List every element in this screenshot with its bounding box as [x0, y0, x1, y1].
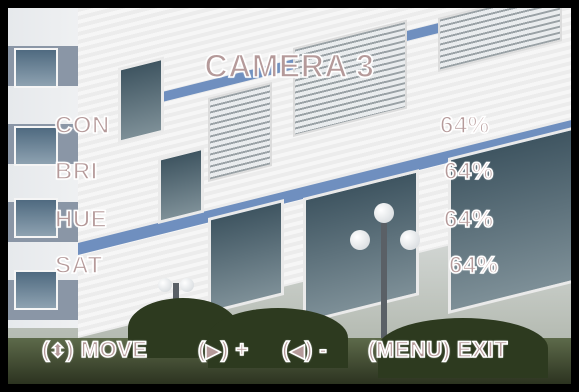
building-window: [208, 199, 284, 314]
lamp-globe: [400, 230, 420, 250]
osd-help-bar: (⬍) MOVE (▶) + (◀) - (MENU) EXIT: [0, 336, 579, 367]
help-exit-hint: (MENU) EXIT: [367, 336, 508, 363]
help-paren: (: [281, 336, 290, 363]
setting-label-brightness[interactable]: BRI: [54, 157, 98, 186]
help-increase-hint: (▶) +: [197, 336, 249, 363]
help-decrease-hint: (◀) -: [281, 336, 328, 363]
setting-label-saturation[interactable]: SAT: [54, 251, 103, 280]
help-paren: (: [41, 336, 50, 363]
setting-value-contrast[interactable]: 64%: [439, 111, 490, 140]
lamp-globe: [180, 278, 194, 292]
up-down-arrow-icon: ⬍: [49, 339, 67, 363]
setting-value-brightness[interactable]: 64%: [443, 157, 494, 186]
setting-value-saturation[interactable]: 64%: [448, 251, 499, 280]
setting-value-hue[interactable]: 64%: [443, 205, 494, 234]
help-move-hint: (⬍) MOVE: [41, 336, 148, 363]
right-arrow-icon: ▶: [205, 339, 221, 363]
building-shutter: [208, 82, 272, 182]
camera-title: CAMERA 3: [204, 47, 375, 85]
help-paren: (: [197, 336, 206, 363]
building-window: [14, 198, 58, 238]
help-paren: ): [220, 336, 229, 363]
help-move-text: MOVE: [74, 336, 148, 363]
camera-osd-screen: CAMERA 3 CON 64% BRI 64% HUE 64% SAT 64%…: [0, 0, 579, 392]
lamp-globe: [158, 278, 172, 292]
setting-label-hue[interactable]: HUE: [54, 205, 107, 234]
building-window: [158, 146, 204, 224]
building-window: [14, 126, 58, 166]
help-paren: ): [304, 336, 313, 363]
building-window: [14, 270, 58, 310]
setting-label-contrast[interactable]: CON: [54, 111, 110, 140]
lamp-globe: [374, 203, 394, 223]
help-paren: ): [65, 336, 75, 363]
help-plus-text: +: [228, 336, 249, 363]
left-arrow-icon: ◀: [289, 339, 305, 363]
lamp-globe: [350, 230, 370, 250]
help-minus-text: -: [312, 336, 328, 363]
